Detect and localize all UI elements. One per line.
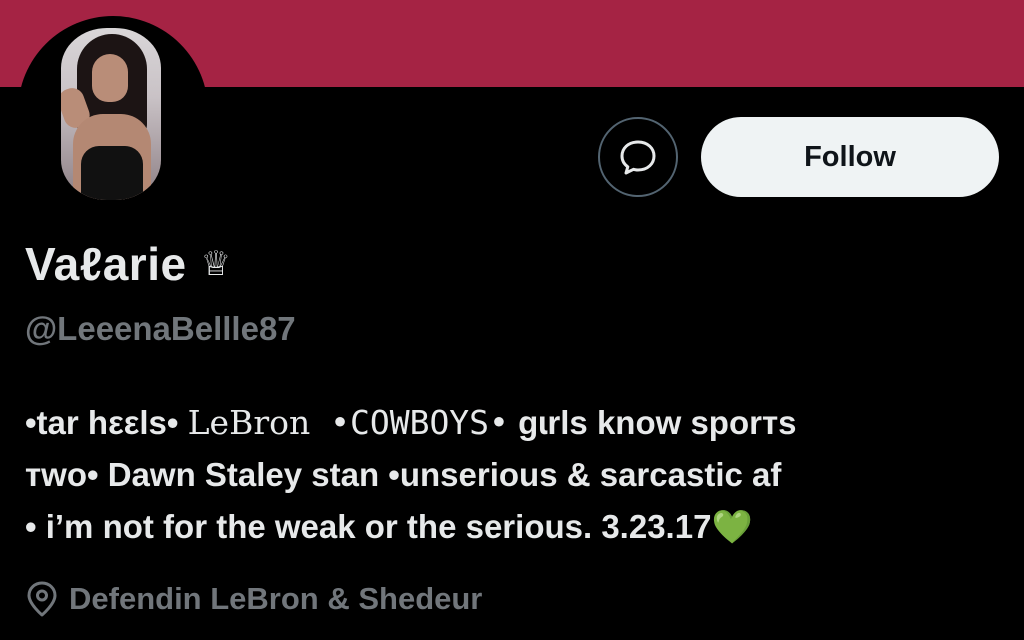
profile-location: Defendin LeBron & Shedeur <box>25 580 482 618</box>
follow-button[interactable]: Follow <box>701 117 999 197</box>
profile-name-row: Vaℓarie ♕ <box>25 237 231 291</box>
bio-text: •tar hεεls• <box>25 404 188 441</box>
bio-cowboys-text: •COWBOYS• <box>310 403 509 442</box>
message-button[interactable] <box>598 117 678 197</box>
user-handle: @LeeenaBellle87 <box>25 310 296 347</box>
avatar[interactable] <box>61 28 161 200</box>
message-icon <box>620 140 656 175</box>
profile-bio: •tar hεεls• LeBron •COWBOYS• gɩrls know … <box>25 397 1015 553</box>
crown-icon: ♕ <box>200 244 232 284</box>
bio-line-3: • i’m not for the weak or the serious. 3… <box>25 501 1015 553</box>
green-heart-icon: 💚 <box>711 507 753 546</box>
bio-line-2: тwo• Dawn Staley stan •unserious & sarca… <box>25 456 782 493</box>
bio-lebron-text: LeBron <box>187 403 311 442</box>
location-pin-icon <box>27 581 57 617</box>
bio-text: gɩrls know sporтs <box>508 404 797 441</box>
bio-line-1: •tar hεεls• LeBron •COWBOYS• gɩrls know … <box>25 397 1015 449</box>
display-name: Vaℓarie <box>25 238 187 290</box>
bio-text: • i’m not for the weak or the serious. 3… <box>25 508 712 545</box>
location-text: Defendin LeBron & Shedeur <box>69 581 483 616</box>
